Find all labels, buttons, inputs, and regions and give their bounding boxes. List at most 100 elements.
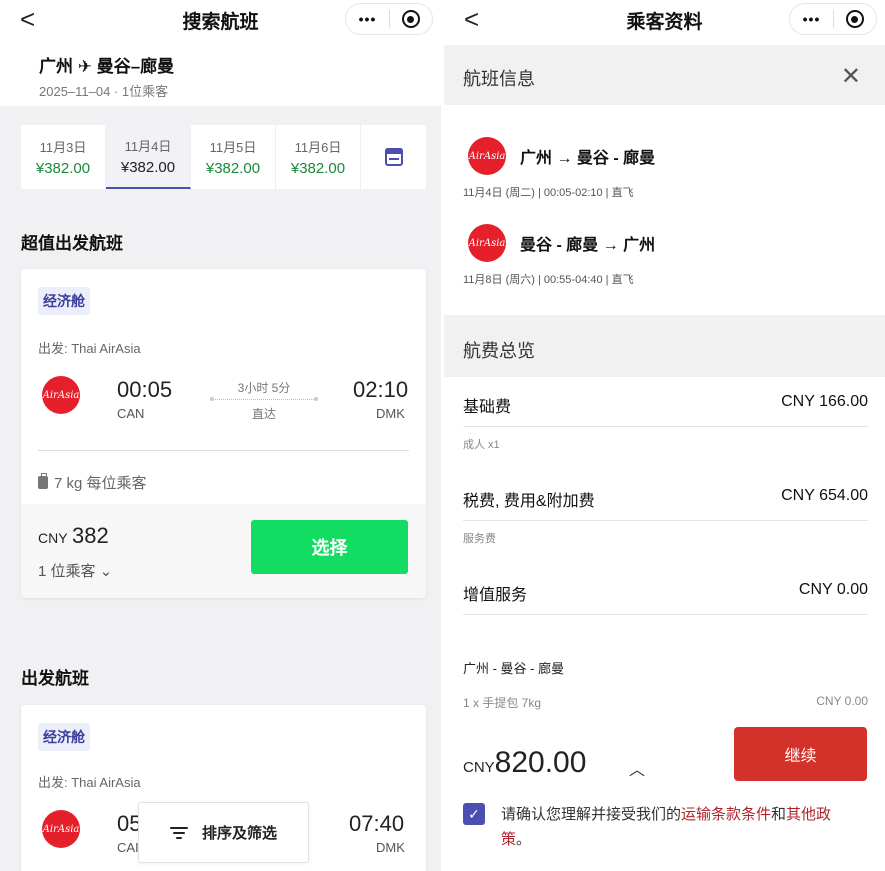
baggage-row: 7 kg 每位乘客: [38, 472, 147, 493]
divider: [463, 520, 868, 521]
calendar-icon: [384, 148, 403, 166]
date-label: 11月4日: [124, 139, 172, 154]
fee-value: CNY 0.00: [798, 581, 868, 598]
price-currency: CNY: [38, 530, 68, 546]
date-price: ¥382.00: [35, 160, 91, 177]
terms-text: 请确认您理解并接受我们的运输条款条件和其他政策。: [501, 802, 851, 852]
passenger-dropdown[interactable]: 1 位乘客 ⌄: [38, 560, 112, 581]
nav-bar: < 搜索航班 •••: [0, 0, 441, 40]
departure-code: CAN: [117, 406, 145, 421]
fee-label: 增值服务: [463, 587, 528, 604]
fare-price: CNY 382: [38, 523, 109, 549]
addon-route: 广州 - 曼谷 - 廊曼: [463, 661, 565, 676]
departure-time: 00:05: [117, 377, 173, 402]
calendar-button[interactable]: [361, 125, 426, 189]
back-button[interactable]: <: [20, 6, 35, 32]
close-icon[interactable]: ✕: [841, 62, 861, 91]
fee-label: 基础费: [463, 399, 512, 416]
mini-program-capsule: •••: [789, 3, 877, 35]
mini-program-capsule: •••: [345, 3, 433, 35]
flight-route: AirAsia 曼谷 - 廊曼 → 广州: [468, 224, 655, 262]
date-selector: 11月3日 ¥382.00 11月4日 ¥382.00 11月5日 ¥382.0…: [21, 125, 426, 189]
date-price: ¥382.00: [120, 159, 176, 176]
divider: [38, 450, 409, 451]
operator-label: 出发: Thai AirAsia: [38, 341, 141, 356]
divider: [463, 426, 868, 427]
airasia-logo-icon: AirAsia: [468, 224, 506, 262]
flight-meta: 11月4日 (周二) | 00:05-02:10 | 直飞: [463, 187, 634, 199]
total-currency: CNY: [463, 759, 495, 776]
date-option-selected[interactable]: 11月4日 ¥382.00: [106, 125, 191, 189]
sort-filter-label: 排序及筛选: [201, 825, 277, 842]
search-flights-screen: < 搜索航班 ••• 广州 ✈ 曼谷–廊曼 2025–11–04 · 1位乘客 …: [0, 0, 441, 871]
chevron-up-icon[interactable]: ︿: [629, 756, 645, 780]
date-option[interactable]: 11月6日 ¥382.00: [276, 125, 361, 189]
date-option[interactable]: 11月5日 ¥382.00: [191, 125, 276, 189]
more-button[interactable]: •••: [346, 11, 389, 27]
arrival-code: DMK: [376, 406, 405, 421]
arrival-time: 02:10: [353, 377, 409, 402]
close-mini-program-button[interactable]: [834, 10, 876, 28]
route-text: 广州 → 曼谷 - 廊曼: [520, 150, 656, 167]
terms-checkbox[interactable]: ✓: [463, 803, 485, 825]
fee-row-taxes: 税费, 费用&附加费 CNY 654.00: [463, 487, 868, 511]
continue-button[interactable]: 继续: [734, 727, 867, 781]
departure-code: CAI: [117, 840, 139, 855]
date-label: 11月3日: [39, 140, 87, 155]
back-button[interactable]: <: [464, 6, 479, 32]
fee-note: 服务费: [463, 533, 496, 545]
terms-and: 和: [771, 806, 787, 823]
date-price: ¥382.00: [290, 160, 346, 177]
select-button[interactable]: 选择: [251, 520, 408, 574]
section-title: 出发航班: [21, 669, 89, 688]
stops: 直达: [251, 407, 276, 421]
date-option[interactable]: 11月3日 ¥382.00: [21, 125, 106, 189]
cabin-badge: 经济舱: [38, 723, 90, 751]
filter-icon: [169, 826, 188, 839]
fare-summary-title: 航费总览: [463, 341, 535, 361]
transport-terms-link[interactable]: 运输条款条件: [681, 806, 771, 823]
date-price: ¥382.00: [205, 160, 261, 177]
target-icon: [401, 10, 420, 28]
price-amount: 382: [72, 523, 109, 548]
airasia-logo-icon: AirAsia: [42, 810, 80, 848]
fee-row-base: 基础费 CNY 166.00: [463, 393, 868, 417]
route-line: [210, 397, 318, 401]
passenger-info-screen: < 乘客资料 ••• 航班信息 ✕ AirAsia 广州 → 曼谷 - 廊曼 1…: [444, 0, 885, 871]
fee-note: 成人 x1: [463, 439, 500, 451]
fee-value: CNY 654.00: [781, 487, 868, 504]
flight-info-header: 航班信息: [444, 45, 885, 105]
total-amount: 820.00: [494, 746, 587, 779]
divider: [463, 614, 868, 615]
cabin-badge: 经济舱: [38, 287, 90, 315]
terms-end: 。: [516, 831, 532, 848]
fare-summary-header: 航费总览: [444, 315, 885, 377]
route-header: 广州 ✈ 曼谷–廊曼 2025–11–04 · 1位乘客: [0, 40, 441, 106]
flight-meta: 11月8日 (周六) | 00:55-04:40 | 直飞: [463, 274, 634, 286]
total-price: CNY820.00: [463, 746, 586, 780]
route-title: 广州 ✈ 曼谷–廊曼: [39, 57, 175, 76]
fee-value: CNY 166.00: [781, 393, 868, 410]
section-title: 超值出发航班: [21, 234, 123, 253]
addon-item: 1 x 手提包 7kg: [463, 696, 542, 710]
route-subtitle: 2025–11–04 · 1位乘客: [39, 84, 169, 99]
target-icon: [845, 10, 864, 28]
operator-label: 出发: Thai AirAsia: [38, 775, 141, 790]
close-mini-program-button[interactable]: [390, 10, 432, 28]
airasia-logo-icon: AirAsia: [468, 137, 506, 175]
fee-label: 税费, 费用&附加费: [463, 493, 595, 510]
baggage-text: 7 kg 每位乘客: [54, 475, 147, 492]
flight-route: AirAsia 广州 → 曼谷 - 廊曼: [468, 137, 655, 175]
terms-prefix: 请确认您理解并接受我们的: [501, 806, 682, 823]
fee-row-addons: 增值服务 CNY 0.00: [463, 581, 868, 605]
addon-value: CNY 0.00: [816, 694, 868, 708]
duration: 3小时 5分: [237, 381, 291, 395]
sort-filter-button[interactable]: 排序及筛选: [138, 802, 309, 863]
date-label: 11月5日: [209, 140, 257, 155]
airasia-logo-icon: AirAsia: [42, 376, 80, 414]
page-title: 搜索航班: [182, 11, 259, 33]
luggage-icon: [38, 473, 48, 489]
more-button[interactable]: •••: [790, 11, 833, 27]
addon-item-row: 1 x 手提包 7kg CNY 0.00: [463, 694, 868, 711]
flight-info-title: 航班信息: [463, 69, 535, 89]
